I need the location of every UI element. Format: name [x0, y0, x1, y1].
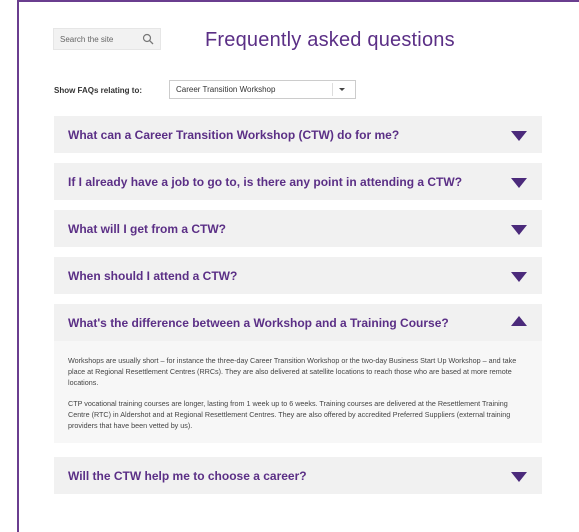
faq-question-toggle[interactable]: Will the CTW help me to choose a career?: [54, 457, 542, 494]
search-box[interactable]: [53, 28, 161, 50]
page-title: Frequently asked questions: [205, 29, 455, 51]
faq-question-toggle[interactable]: If I already have a job to go to, is the…: [54, 163, 542, 200]
faq-question-toggle[interactable]: What can a Career Transition Workshop (C…: [54, 116, 542, 153]
faq-question-toggle[interactable]: When should I attend a CTW?: [54, 257, 542, 294]
expand-arrow-icon[interactable]: [511, 225, 527, 235]
faq-question: What can a Career Transition Workshop (C…: [68, 127, 400, 142]
filter-label: Show FAQs relating to:: [54, 86, 143, 95]
faq-item: If I already have a job to go to, is the…: [54, 163, 542, 200]
search-icon[interactable]: [142, 33, 154, 45]
faq-category-select[interactable]: Career Transition Workshop: [169, 80, 356, 99]
expand-arrow-icon[interactable]: [511, 272, 527, 282]
chevron-down-icon[interactable]: [339, 88, 345, 91]
select-divider: [332, 83, 333, 96]
faq-question: What's the difference between a Workshop…: [68, 315, 449, 330]
faq-question: When should I attend a CTW?: [68, 268, 238, 283]
faq-answer-paragraph: CTP vocational training courses are long…: [68, 399, 511, 430]
expand-arrow-icon[interactable]: [511, 178, 527, 188]
faq-question: What will I get from a CTW?: [68, 221, 226, 236]
faq-question-toggle[interactable]: What's the difference between a Workshop…: [54, 304, 542, 341]
faq-item: What will I get from a CTW?: [54, 210, 542, 247]
faq-item: What can a Career Transition Workshop (C…: [54, 116, 542, 153]
faq-item: Will the CTW help me to choose a career?: [54, 457, 542, 494]
faq-question: Will the CTW help me to choose a career?: [68, 468, 307, 483]
collapse-arrow-icon[interactable]: [511, 316, 527, 326]
faq-category-selected: Career Transition Workshop: [176, 85, 276, 94]
faq-question: If I already have a job to go to, is the…: [68, 174, 463, 189]
expand-arrow-icon[interactable]: [511, 472, 527, 482]
search-input[interactable]: [60, 30, 138, 48]
faq-answer-paragraph: Workshops are usually short – for instan…: [68, 356, 517, 387]
faq-item: When should I attend a CTW?: [54, 257, 542, 294]
faq-list: What can a Career Transition Workshop (C…: [54, 116, 542, 504]
expand-arrow-icon[interactable]: [511, 131, 527, 141]
faq-answer: Workshops are usually short – for instan…: [54, 341, 542, 443]
faq-question-toggle[interactable]: What will I get from a CTW?: [54, 210, 542, 247]
faq-item-expanded: What's the difference between a Workshop…: [54, 304, 542, 443]
